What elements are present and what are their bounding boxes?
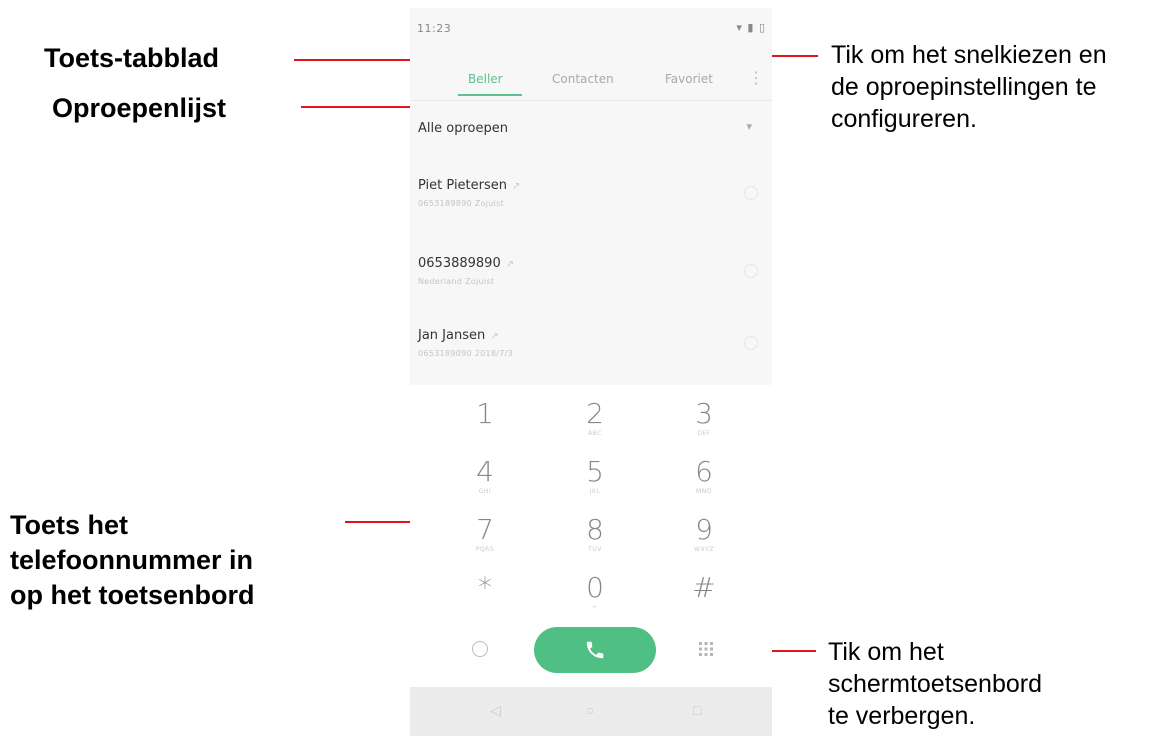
call-log-item[interactable]: Piet Pietersen ↗ 0653189890 Zojuist — [410, 172, 772, 232]
emoji-icon[interactable] — [472, 641, 488, 657]
key-letters: GHI — [478, 488, 492, 495]
key-8[interactable]: 8 TUV — [550, 515, 640, 571]
key-digit: 6 — [695, 455, 713, 488]
caret-down-icon: ▾ — [746, 121, 752, 133]
annotation-hide-keypad-note: Tik om het schermtoetsenbord te verberge… — [828, 637, 1042, 732]
key-digit: 8 — [586, 513, 604, 546]
info-icon[interactable] — [744, 336, 758, 350]
key-digit: 4 — [476, 455, 494, 488]
call-log-name-text: 0653889890 — [418, 256, 501, 271]
call-log-name: Jan Jansen ↗ — [418, 328, 499, 343]
phone-icon — [586, 641, 604, 659]
annotation-menu-line: de oproepinstellingen te — [831, 72, 1097, 101]
recents-square-icon[interactable]: □ — [693, 702, 701, 718]
call-filter-dropdown[interactable]: Alle oproepen ▾ — [410, 109, 772, 149]
call-filter-label: Alle oproepen — [418, 121, 508, 136]
outgoing-call-icon: ↗ — [490, 331, 499, 342]
more-vert-icon[interactable]: ⋮ — [748, 68, 764, 90]
call-log-name: Piet Pietersen ↗ — [418, 178, 520, 193]
leader-line-calllog — [301, 106, 428, 108]
key-3[interactable]: 3 DEF — [659, 399, 749, 455]
call-log-name: 0653889890 ↗ — [418, 256, 514, 271]
key-digit: 2 — [586, 397, 604, 430]
dialpad-grid-icon[interactable] — [698, 641, 714, 657]
key-digit: 3 — [695, 397, 713, 430]
dial-keypad: 1 2 ABC 3 DEF 4 GHI 5 JKL 6 MNO 7 PQRS 8 TUV 9W… — [410, 385, 772, 621]
system-nav-bar: ◁ ○ □ — [410, 687, 772, 736]
annotation-keypad-line: Toets het — [10, 510, 129, 540]
key-digit: 1 — [476, 397, 494, 430]
key-digit: 7 — [476, 513, 494, 546]
leader-line-menu — [770, 55, 818, 57]
call-log-item[interactable]: 0653889890 ↗ Nederland Zojuist — [410, 250, 772, 310]
key-letters: PQRS — [475, 546, 495, 553]
active-tab-indicator — [458, 94, 522, 96]
key-digit: 0 — [586, 571, 604, 604]
annotation-calllog-label: Oproepenlijst — [52, 93, 227, 123]
tab-beller[interactable]: Beller — [468, 72, 503, 86]
tabs-divider — [410, 100, 772, 101]
annotation-keypad-line: telefoonnummer in — [10, 545, 254, 575]
key-letters: WXYZ — [694, 546, 714, 553]
key-letters: ABC — [588, 430, 602, 437]
key-letters: + — [592, 604, 598, 611]
dialer-action-row — [410, 621, 772, 687]
key-digit: * — [478, 571, 492, 604]
annotation-keypad-line: op het toetsenbord — [10, 580, 255, 610]
back-triangle-icon[interactable]: ◁ — [490, 702, 501, 719]
tab-favoriet[interactable]: Favoriet — [665, 72, 713, 86]
key-2[interactable]: 2 ABC — [550, 399, 640, 455]
annotation-tab-label: Toets-tabblad — [44, 43, 219, 73]
call-log-detail: 0653189890 Zojuist — [418, 199, 505, 208]
outgoing-call-icon: ↗ — [505, 259, 515, 270]
dialer-tabs: Beller Contacten Favoriet ⋮ — [410, 60, 772, 100]
info-icon[interactable] — [744, 186, 758, 200]
call-log-name-text: Piet Pietersen — [418, 178, 508, 193]
call-log-detail: 0653189090 2018/7/3 — [418, 349, 514, 358]
annotation-hide-keypad-line: te verbergen. — [828, 701, 976, 730]
key-digit: 5 — [586, 455, 604, 488]
key-1[interactable]: 1 — [440, 399, 530, 455]
key-digit: 9 — [695, 513, 713, 546]
call-log-name-text: Jan Jansen — [418, 328, 486, 343]
key-digit: # — [692, 571, 716, 604]
status-bar: 11:23 ▾ ▮ ▯ — [410, 8, 772, 48]
key-letters: TUV — [588, 546, 602, 553]
home-circle-icon[interactable]: ○ — [586, 702, 594, 718]
key-9[interactable]: 9 WXYZ — [659, 515, 749, 571]
annotation-menu-note: Tik om het snelkiezen en de oproepinstel… — [831, 40, 1107, 135]
key-4[interactable]: 4 GHI — [440, 457, 530, 513]
key-6[interactable]: 6 MNO — [659, 457, 749, 513]
key-5[interactable]: 5 JKL — [550, 457, 640, 513]
call-log-detail: Nederland Zojuist — [418, 277, 495, 286]
info-icon[interactable] — [744, 264, 758, 278]
status-icons: ▾ ▮ ▯ — [736, 21, 766, 34]
key-letters: MNO — [696, 488, 712, 495]
outgoing-call-icon: ↗ — [512, 181, 521, 192]
annotation-menu-line: Tik om het snelkiezen en — [831, 41, 1107, 69]
key-letters: JKL — [589, 488, 601, 495]
status-time: 11:23 — [417, 22, 452, 35]
call-log-item[interactable]: Jan Jansen ↗ 0653189090 2018/7/3 — [410, 322, 772, 382]
key-7[interactable]: 7 PQRS — [440, 515, 530, 571]
annotation-menu-line: configureren. — [831, 104, 977, 133]
key-letters: DEF — [697, 430, 711, 437]
tab-contacten[interactable]: Contacten — [552, 72, 614, 86]
phone-screen: 11:23 ▾ ▮ ▯ Beller Contacten Favoriet ⋮ … — [410, 8, 772, 736]
call-button[interactable] — [534, 627, 656, 673]
annotation-keypad-label: Toets het telefoonnummer in op het toets… — [10, 508, 255, 613]
annotation-hide-keypad-line: schermtoetsenbord — [828, 669, 1043, 698]
annotation-hide-keypad-line: Tik om het — [828, 638, 944, 666]
